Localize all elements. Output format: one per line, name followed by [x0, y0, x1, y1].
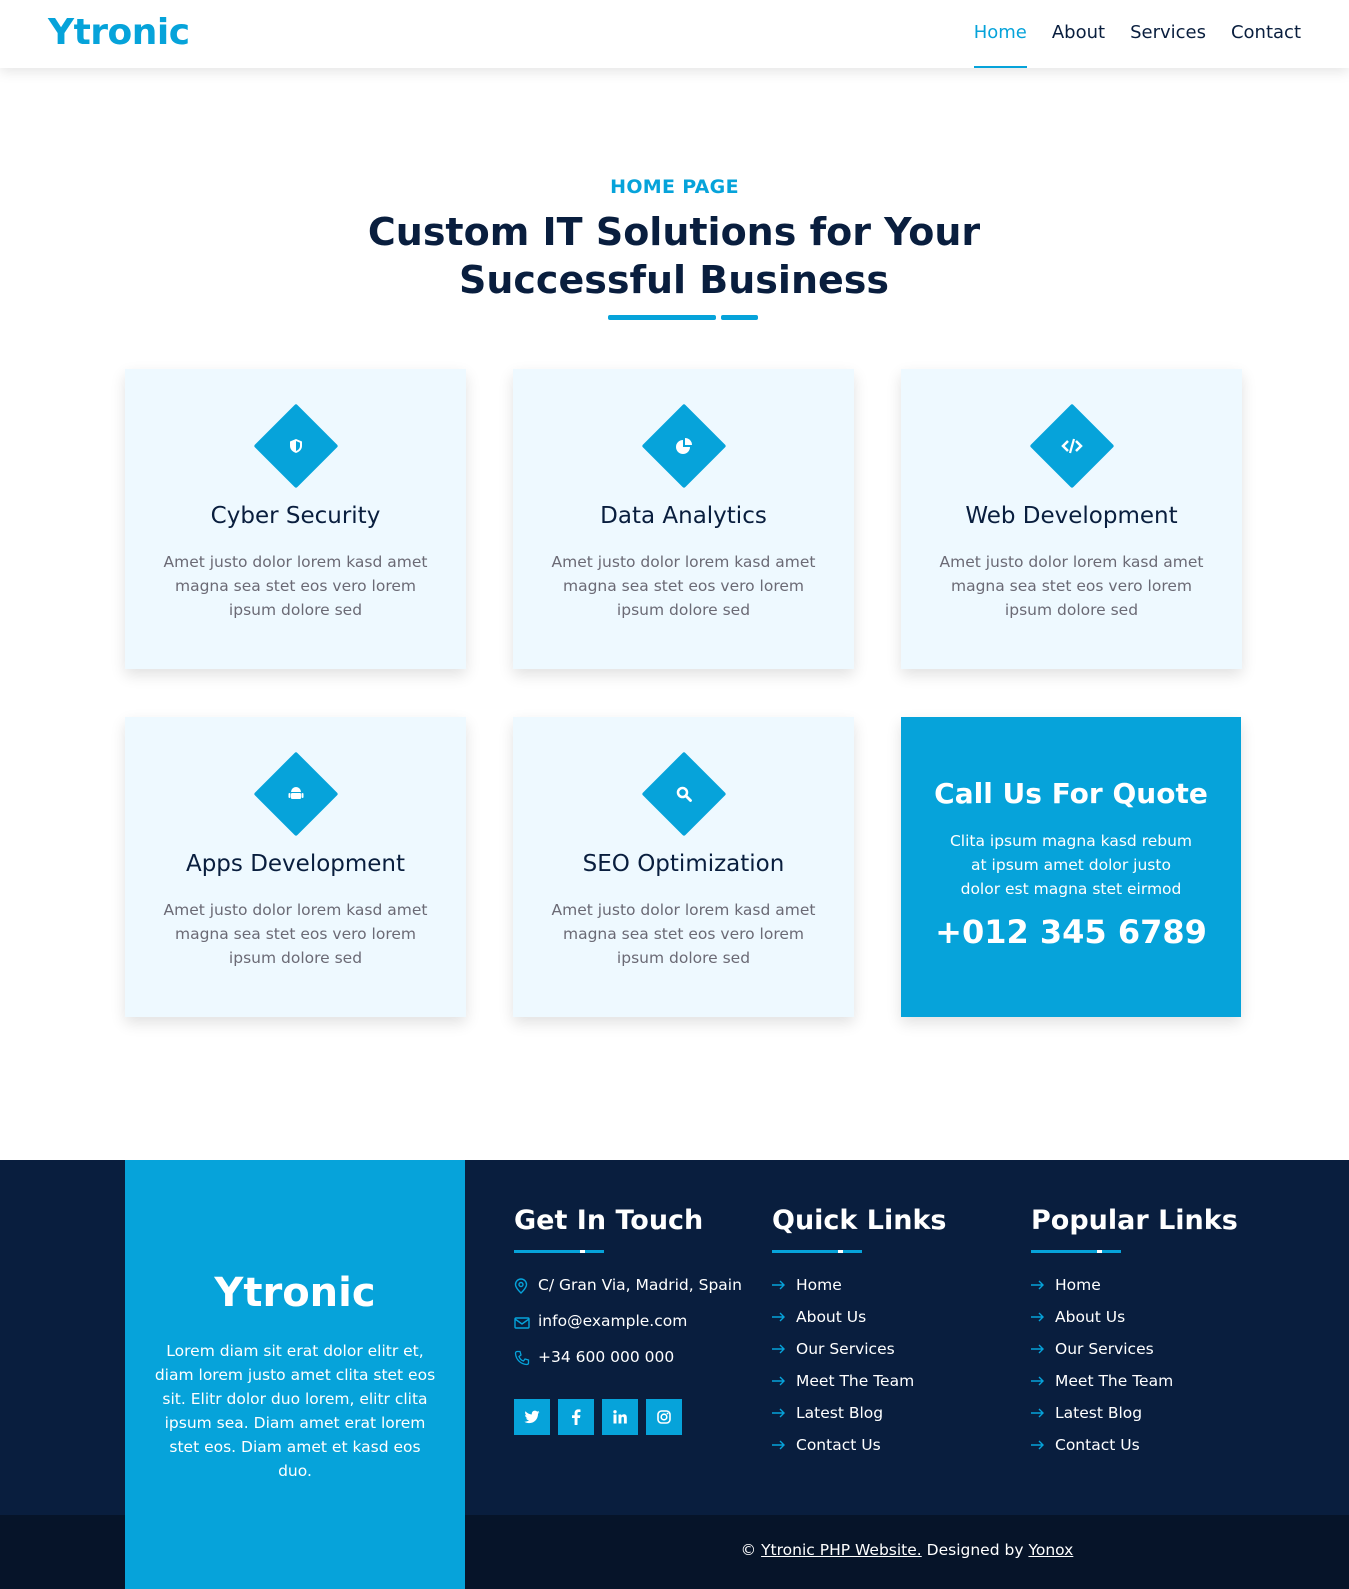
nav-link-services[interactable]: Services: [1130, 0, 1206, 68]
service-title: Cyber Security: [210, 503, 381, 529]
service-title: Web Development: [965, 503, 1178, 529]
footer-get-in-touch: Get In Touch C/ Gran Via, Madrid, Spain …: [514, 1205, 754, 1435]
service-card-cyber-security: Cyber Security Amet justo dolor lorem ka…: [125, 369, 466, 669]
popular-link-about[interactable]: About Us: [1031, 1305, 1271, 1329]
service-card-web-development: Web Development Amet justo dolor lorem k…: [901, 369, 1242, 669]
service-description: Amet justo dolor lorem kasd amet magna s…: [163, 553, 428, 619]
footer-email: info@example.com: [514, 1309, 754, 1337]
code-icon: [1055, 429, 1089, 463]
quick-link-contact[interactable]: Contact Us: [772, 1433, 1012, 1457]
arrow-right-icon: [1031, 1440, 1055, 1450]
nav-link-contact[interactable]: Contact: [1231, 0, 1301, 68]
designer-link[interactable]: Yonox: [1028, 1541, 1073, 1559]
phone-icon: [514, 1345, 538, 1373]
arrow-right-icon: [772, 1344, 796, 1354]
copyright-site-link[interactable]: Ytronic PHP Website.: [761, 1541, 922, 1559]
nav-link-about[interactable]: About: [1052, 0, 1105, 68]
quick-link-blog[interactable]: Latest Blog: [772, 1401, 1012, 1425]
popular-link-contact[interactable]: Contact Us: [1031, 1433, 1271, 1457]
arrow-right-icon: [1031, 1280, 1055, 1290]
quote-title: Call Us For Quote: [934, 777, 1208, 810]
footer-column-title: Quick Links: [772, 1205, 947, 1236]
footer-brand-box: Ytronic Lorem diam sit erat dolor elitr …: [125, 1160, 465, 1589]
footer-logo[interactable]: Ytronic: [125, 1270, 465, 1316]
popular-link-blog[interactable]: Latest Blog: [1031, 1401, 1271, 1425]
arrow-right-icon: [1031, 1376, 1055, 1386]
quick-link-team[interactable]: Meet The Team: [772, 1369, 1012, 1393]
arrow-right-icon: [772, 1440, 796, 1450]
service-description: Amet justo dolor lorem kasd amet magna s…: [551, 901, 816, 967]
quick-link-home[interactable]: Home: [772, 1273, 1012, 1297]
copyright: © Ytronic PHP Website. Designed by Yonox: [740, 1541, 1074, 1559]
footer-address: C/ Gran Via, Madrid, Spain: [514, 1273, 754, 1301]
search-icon: [667, 777, 701, 811]
footer-quick-links: Quick Links Home About Us Our Services M…: [772, 1205, 1012, 1465]
arrow-right-icon: [772, 1376, 796, 1386]
social-links: [514, 1399, 754, 1435]
arrow-right-icon: [1031, 1408, 1055, 1418]
service-card-seo-optimization: SEO Optimization Amet justo dolor lorem …: [513, 717, 854, 1017]
footer-column-title: Get In Touch: [514, 1205, 704, 1236]
nav-link-home[interactable]: Home: [973, 0, 1028, 68]
service-description: Amet justo dolor lorem kasd amet magna s…: [939, 553, 1204, 619]
popular-link-services[interactable]: Our Services: [1031, 1337, 1271, 1361]
quote-phone[interactable]: +012 345 6789: [901, 913, 1241, 951]
popular-link-home[interactable]: Home: [1031, 1273, 1271, 1297]
service-title: SEO Optimization: [582, 851, 785, 877]
instagram-icon[interactable]: [646, 1399, 682, 1435]
service-description: Amet justo dolor lorem kasd amet magna s…: [551, 553, 816, 619]
arrow-right-icon: [1031, 1344, 1055, 1354]
footer-phone: +34 600 000 000: [514, 1345, 754, 1373]
shield-icon: [279, 429, 313, 463]
footer-column-title: Popular Links: [1031, 1205, 1238, 1236]
twitter-icon[interactable]: [514, 1399, 550, 1435]
arrow-right-icon: [772, 1312, 796, 1322]
popular-link-team[interactable]: Meet The Team: [1031, 1369, 1271, 1393]
service-card-data-analytics: Data Analytics Amet justo dolor lorem ka…: [513, 369, 854, 669]
footer-title-underline: [772, 1250, 862, 1253]
quick-link-about[interactable]: About Us: [772, 1305, 1012, 1329]
arrow-right-icon: [772, 1408, 796, 1418]
chart-pie-icon: [667, 429, 701, 463]
nav-menu: Home About Services Contact: [949, 0, 1301, 68]
service-title: Apps Development: [185, 851, 406, 877]
footer-popular-links: Popular Links Home About Us Our Services…: [1031, 1205, 1271, 1465]
linkedin-icon[interactable]: [602, 1399, 638, 1435]
page-title: Custom IT Solutions for Your Successful …: [367, 210, 981, 302]
android-icon: [279, 777, 313, 811]
footer-brand-description: Lorem diam sit erat dolor elitr et, diam…: [154, 1342, 436, 1480]
envelope-icon: [514, 1309, 538, 1337]
brand-logo[interactable]: Ytronic: [48, 12, 190, 53]
quick-link-services[interactable]: Our Services: [772, 1337, 1012, 1361]
service-description: Amet justo dolor lorem kasd amet magna s…: [163, 901, 428, 967]
quote-description: Clita ipsum magna kasd rebum at ipsum am…: [949, 832, 1193, 898]
navbar: Ytronic Home About Services Contact: [0, 0, 1349, 68]
arrow-right-icon: [772, 1280, 796, 1290]
footer-title-underline: [514, 1250, 604, 1253]
map-marker-icon: [514, 1273, 538, 1301]
footer-title-underline: [1031, 1250, 1121, 1253]
quote-card: Call Us For Quote Clita ipsum magna kasd…: [901, 717, 1241, 1017]
facebook-icon[interactable]: [558, 1399, 594, 1435]
service-card-apps-development: Apps Development Amet justo dolor lorem …: [125, 717, 466, 1017]
section-eyebrow: HOME PAGE: [610, 176, 739, 198]
service-title: Data Analytics: [600, 503, 767, 529]
arrow-right-icon: [1031, 1312, 1055, 1322]
